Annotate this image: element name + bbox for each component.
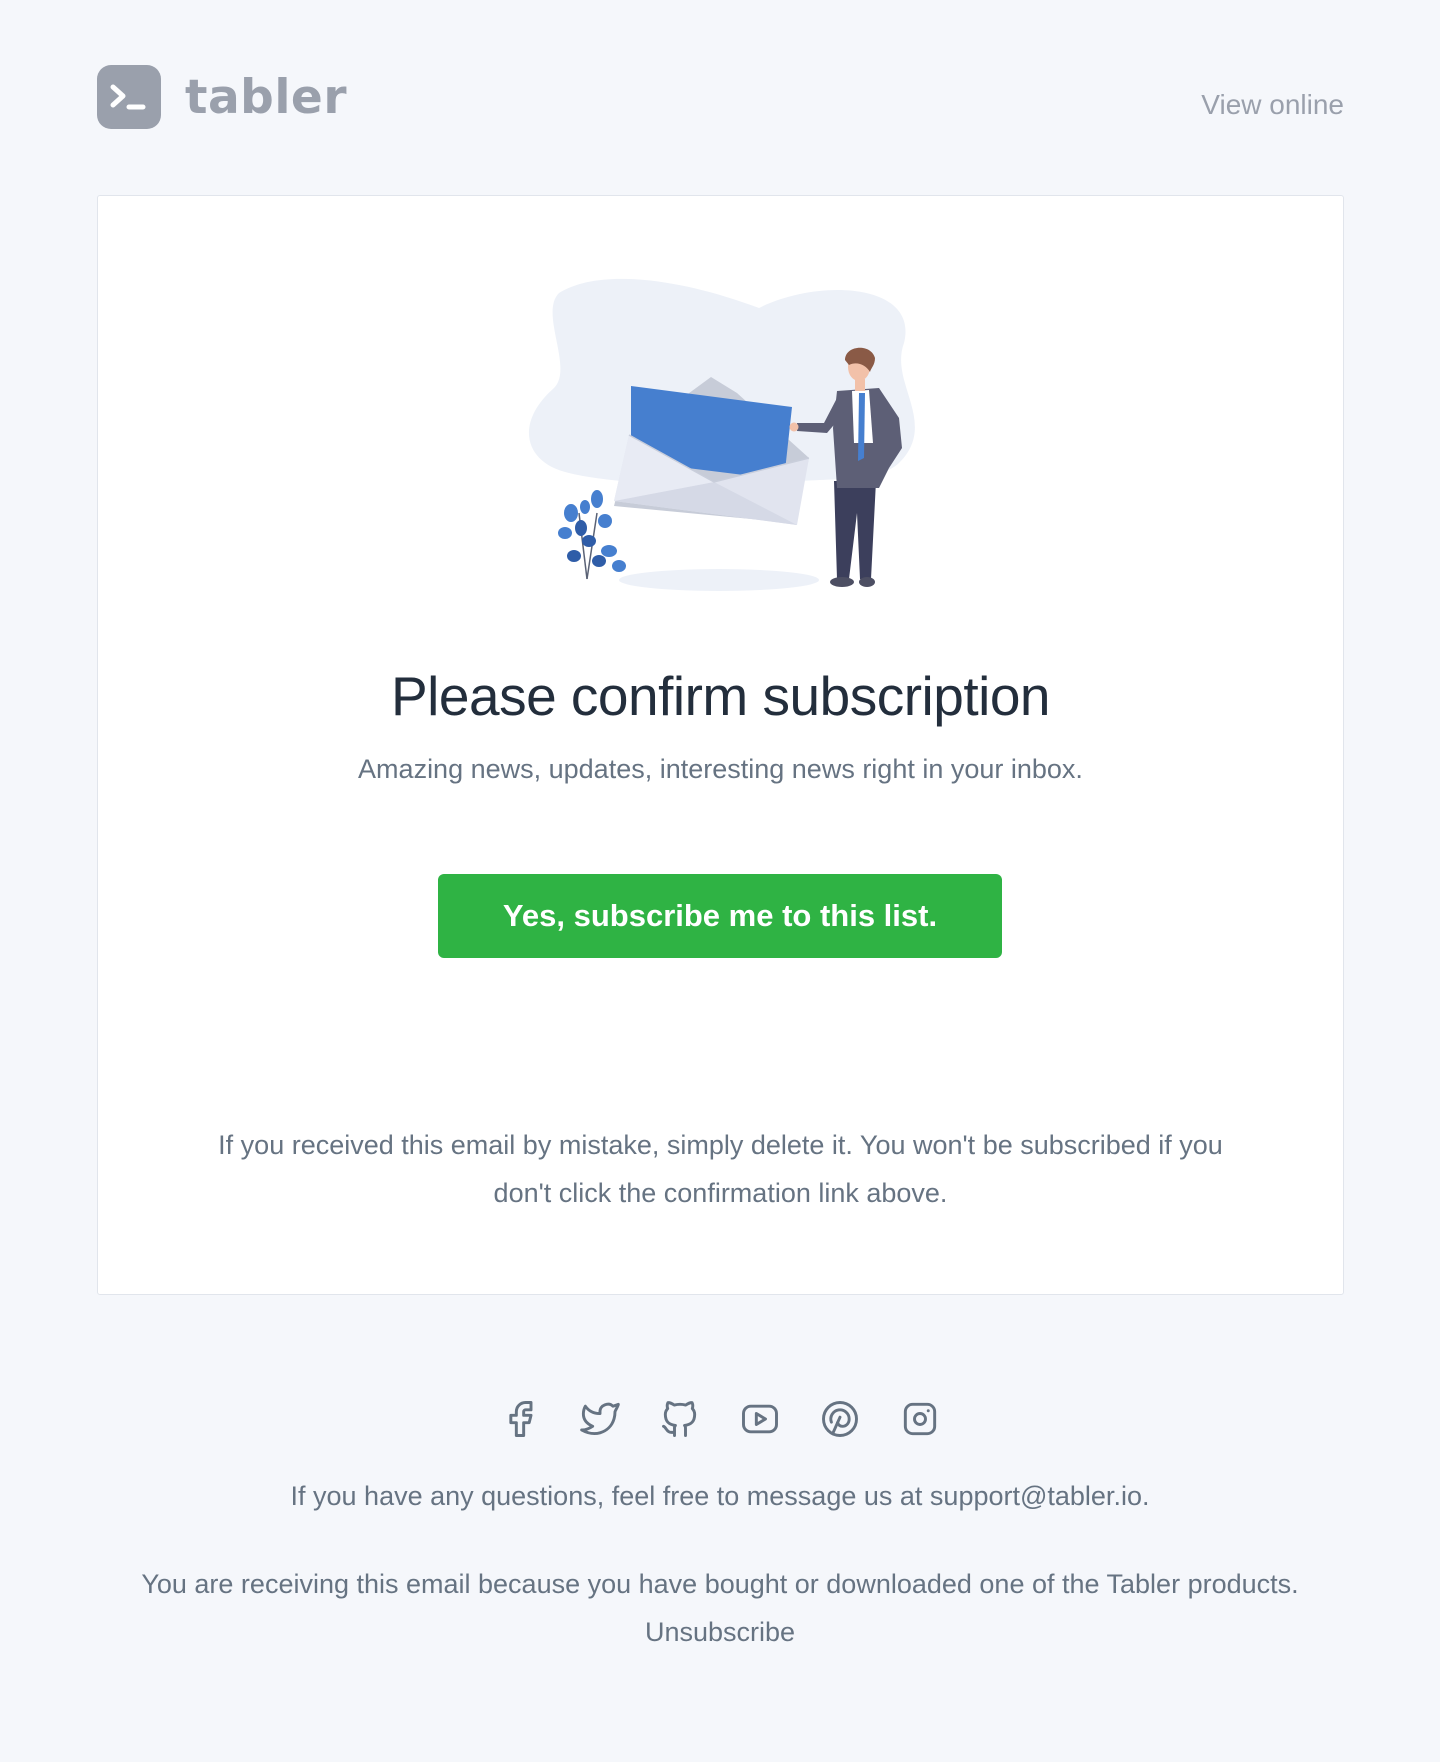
envelope-illustration	[528, 278, 915, 591]
email-page: tabler View online Please confirm subscr…	[0, 0, 1440, 1762]
pinterest-icon[interactable]	[818, 1397, 862, 1441]
github-icon[interactable]	[658, 1397, 702, 1441]
youtube-icon[interactable]	[738, 1397, 782, 1441]
terminal-logo-icon	[97, 65, 161, 129]
page-title: Please confirm subscription	[390, 665, 1051, 727]
social-icons	[0, 1397, 1440, 1441]
receiving-text: You are receiving this email because you…	[141, 1569, 1299, 1599]
questions-label: If you have any questions, feel free to …	[290, 1481, 923, 1511]
content-card: Please confirm subscription Amazing news…	[97, 195, 1344, 1295]
facebook-icon[interactable]	[498, 1397, 542, 1441]
unsubscribe-link[interactable]: Unsubscribe	[645, 1617, 795, 1647]
subtitle: Amazing news, updates, interesting news …	[358, 754, 1083, 784]
receiving-notice: You are receiving this email because you…	[0, 1560, 1440, 1656]
twitter-icon[interactable]	[578, 1397, 622, 1441]
view-online-link[interactable]: View online	[1201, 89, 1344, 121]
mistake-note: If you received this email by mistake, s…	[218, 1130, 1223, 1208]
email-header: tabler View online	[97, 65, 1344, 129]
questions-text: If you have any questions, feel free to …	[0, 1481, 1440, 1512]
subscribe-button[interactable]: Yes, subscribe me to this list.	[438, 874, 1002, 958]
brand-name: tabler	[185, 69, 347, 125]
questions-suffix: .	[1141, 1481, 1150, 1511]
tabler-logo[interactable]: tabler	[97, 65, 347, 129]
instagram-icon[interactable]	[898, 1397, 942, 1441]
support-email-link[interactable]: support@tabler.io	[930, 1481, 1142, 1511]
